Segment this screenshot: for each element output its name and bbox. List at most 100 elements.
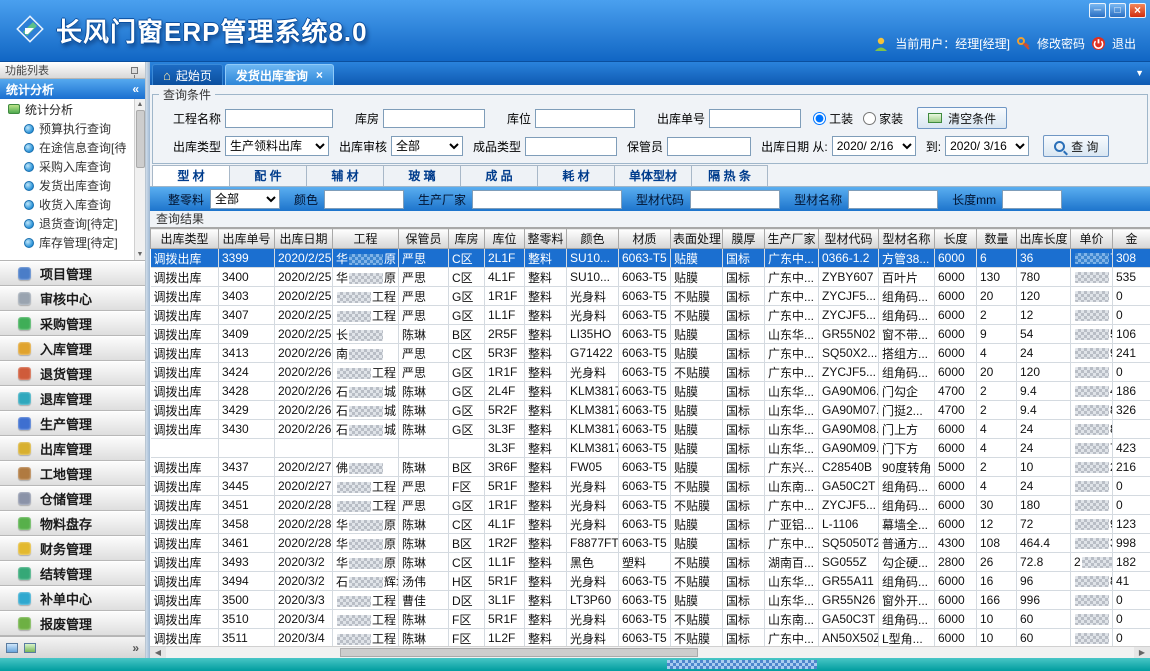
tree-root[interactable]: 统计分析 <box>0 99 145 119</box>
tree-item[interactable]: 在途信息查询[待 <box>0 138 145 157</box>
grid-column-header[interactable]: 表面处理 <box>671 229 723 249</box>
table-row[interactable]: 调拨出库34372020/2/27佛陈琳B区3R6F整料FW056063-T5贴… <box>151 458 1150 477</box>
sidebar-module[interactable]: 财务管理 <box>0 536 145 561</box>
table-row[interactable]: 调拨出库34282020/2/26石城陈琳G区2L4F整料KLM38176063… <box>151 382 1150 401</box>
sidebar-module[interactable]: 结转管理 <box>0 561 145 586</box>
grid-column-header[interactable]: 出库单号 <box>219 229 275 249</box>
sidebar-module[interactable]: 入库管理 <box>0 336 145 361</box>
sidebar-module[interactable]: 采购管理 <box>0 311 145 336</box>
project-name-input[interactable] <box>225 109 333 128</box>
tree-item[interactable]: 收货入库查询 <box>0 195 145 214</box>
category-tab[interactable]: 配 件 <box>229 165 306 186</box>
scroll-thumb[interactable] <box>136 110 145 168</box>
sidebar-module[interactable]: 项目管理 <box>0 261 145 286</box>
grid-column-header[interactable]: 出库长度 <box>1017 229 1071 249</box>
tab-home[interactable]: ⌂ 起始页 <box>152 64 223 85</box>
maximize-button[interactable]: □ <box>1109 3 1126 18</box>
grid-column-header[interactable]: 工程 <box>333 229 399 249</box>
table-row[interactable]: 调拨出库34302020/2/26石城陈琳G区3L3F整料KLM38176063… <box>151 420 1150 439</box>
hscroll-thumb[interactable] <box>340 648 698 657</box>
grid-column-header[interactable]: 型材名称 <box>879 229 935 249</box>
logout-link[interactable]: 退出 <box>1112 35 1136 52</box>
list-icon[interactable] <box>24 643 36 653</box>
grid-column-header[interactable]: 库位 <box>485 229 525 249</box>
whole-scrap-select[interactable]: 全部 <box>210 189 280 209</box>
sidebar-module[interactable]: 退货管理 <box>0 361 145 386</box>
grid-column-header[interactable]: 整零料 <box>525 229 567 249</box>
grid-column-header[interactable]: 金 <box>1113 229 1150 249</box>
keeper-input[interactable] <box>667 137 751 156</box>
grid-column-header[interactable]: 颜色 <box>567 229 619 249</box>
tree-item[interactable]: 采购入库查询 <box>0 157 145 176</box>
category-tab[interactable]: 耗 材 <box>537 165 614 186</box>
grid-column-header[interactable]: 膜厚 <box>723 229 765 249</box>
grid-column-header[interactable]: 数量 <box>977 229 1017 249</box>
sidebar-module[interactable]: 物料盘存 <box>0 511 145 536</box>
grid-column-header[interactable]: 单价 <box>1071 229 1113 249</box>
grid-column-header[interactable]: 出库类型 <box>151 229 219 249</box>
grid-column-header[interactable]: 材质 <box>619 229 671 249</box>
scroll-right-icon[interactable]: ▶ <box>1134 647 1150 658</box>
table-row[interactable]: 调拨出库35102020/3/4工程陈琳F区5R1F整料光身料6063-T5不贴… <box>151 610 1150 629</box>
tree-item[interactable]: 预算执行查询 <box>0 119 145 138</box>
table-row[interactable]: 调拨出库34452020/2/27工程严思F区5R1F整料光身料6063-T5不… <box>151 477 1150 496</box>
grid-column-header[interactable]: 长度 <box>935 229 977 249</box>
profile-name-input[interactable] <box>848 190 938 209</box>
date-from-picker[interactable]: 2020/ 2/16 <box>832 136 916 156</box>
panel-icon[interactable] <box>6 643 18 653</box>
table-row[interactable]: 调拨出库34092020/2/25长陈琳B区2R5F整料LI35HO6063-T… <box>151 325 1150 344</box>
close-button[interactable]: × <box>1129 3 1146 18</box>
tab-list-dropdown-icon[interactable]: ▼ <box>1135 68 1144 78</box>
tree-item[interactable]: 退货查询[待定] <box>0 214 145 233</box>
table-row[interactable]: 调拨出库34072020/2/25工程严思G区1L1F整料光身料6063-T5不… <box>151 306 1150 325</box>
table-row[interactable]: 调拨出库34242020/2/26工程严思G区1R1F整料光身料6063-T5不… <box>151 363 1150 382</box>
table-row[interactable]: 调拨出库34292020/2/26石城陈琳G区5R2F整料KLM38176063… <box>151 401 1150 420</box>
clear-conditions-button[interactable]: 清空条件 <box>917 107 1007 129</box>
tree-item[interactable]: 发货出库查询 <box>0 176 145 195</box>
table-row[interactable]: 调拨出库34002020/2/25华原严思C区4L1F整料SU10...6063… <box>151 268 1150 287</box>
table-row[interactable]: 调拨出库34512020/2/28工程严思G区1R1F整料光身料6063-T5不… <box>151 496 1150 515</box>
category-tab[interactable]: 辅 材 <box>306 165 383 186</box>
sidebar-module[interactable]: 审核中心 <box>0 286 145 311</box>
radio-workwear[interactable]: 工装 <box>813 110 853 127</box>
color-input[interactable] <box>324 190 404 209</box>
tab-close-icon[interactable]: × <box>316 68 323 82</box>
slot-input[interactable] <box>535 109 635 128</box>
chevron-right-icon[interactable]: » <box>132 641 139 655</box>
radio-homewear[interactable]: 家装 <box>863 110 903 127</box>
product-type-input[interactable] <box>525 137 617 156</box>
sidebar-module[interactable]: 仓储管理 <box>0 486 145 511</box>
order-no-input[interactable] <box>709 109 801 128</box>
table-row[interactable]: 调拨出库34612020/2/28华原陈琳B区1R2F整料F8877FT6063… <box>151 534 1150 553</box>
search-button[interactable]: 查 询 <box>1043 135 1109 157</box>
hscroll-track[interactable] <box>166 647 1134 658</box>
sidebar-module[interactable]: 退库管理 <box>0 386 145 411</box>
category-tab[interactable]: 成 品 <box>460 165 537 186</box>
category-tab[interactable]: 隔 热 条 <box>691 165 768 186</box>
sidebar-module[interactable]: 工地管理 <box>0 461 145 486</box>
tree-item[interactable]: 库存管理[待定] <box>0 233 145 252</box>
grid-column-header[interactable]: 型材代码 <box>819 229 879 249</box>
tab-shipping-outbound-query[interactable]: 发货出库查询 × <box>225 64 334 85</box>
tree-scrollbar[interactable]: ▲ ▼ <box>134 99 145 260</box>
manufacturer-input[interactable] <box>472 190 622 209</box>
category-tab[interactable]: 玻 璃 <box>383 165 460 186</box>
grid-column-header[interactable]: 保管员 <box>399 229 449 249</box>
date-to-picker[interactable]: 2020/ 3/16 <box>945 136 1029 156</box>
table-row[interactable]: 3L3F整料KLM38176063-T5贴膜国标山东华...GA90M09...… <box>151 439 1150 458</box>
sidebar-module[interactable]: 补单中心 <box>0 586 145 611</box>
horizontal-scrollbar[interactable]: ◀ ▶ <box>150 646 1150 658</box>
table-row[interactable]: 调拨出库34942020/3/2石辉城汤伟H区5R1F整料光身料6063-T5不… <box>151 572 1150 591</box>
warehouse-input[interactable] <box>383 109 485 128</box>
length-input[interactable] <box>1002 190 1062 209</box>
change-password-link[interactable]: 修改密码 <box>1037 35 1085 52</box>
category-tab[interactable]: 单体型材 <box>614 165 691 186</box>
table-row[interactable]: 调拨出库35002020/3/3工程曹佳D区3L1F整料LT3P606063-T… <box>151 591 1150 610</box>
table-row[interactable]: 调拨出库34132020/2/26南严思C区5R3F整料G714226063-T… <box>151 344 1150 363</box>
table-row[interactable]: 调拨出库34582020/2/28华原陈琳C区4L1F整料光身料6063-T5贴… <box>151 515 1150 534</box>
table-row[interactable]: 调拨出库34032020/2/25工程严思G区1R1F整料光身料6063-T5不… <box>151 287 1150 306</box>
homewear-radio[interactable] <box>863 112 876 125</box>
category-tab[interactable]: 型 材 <box>152 165 229 186</box>
collapse-icon[interactable]: « <box>132 82 139 96</box>
profile-code-input[interactable] <box>690 190 780 209</box>
